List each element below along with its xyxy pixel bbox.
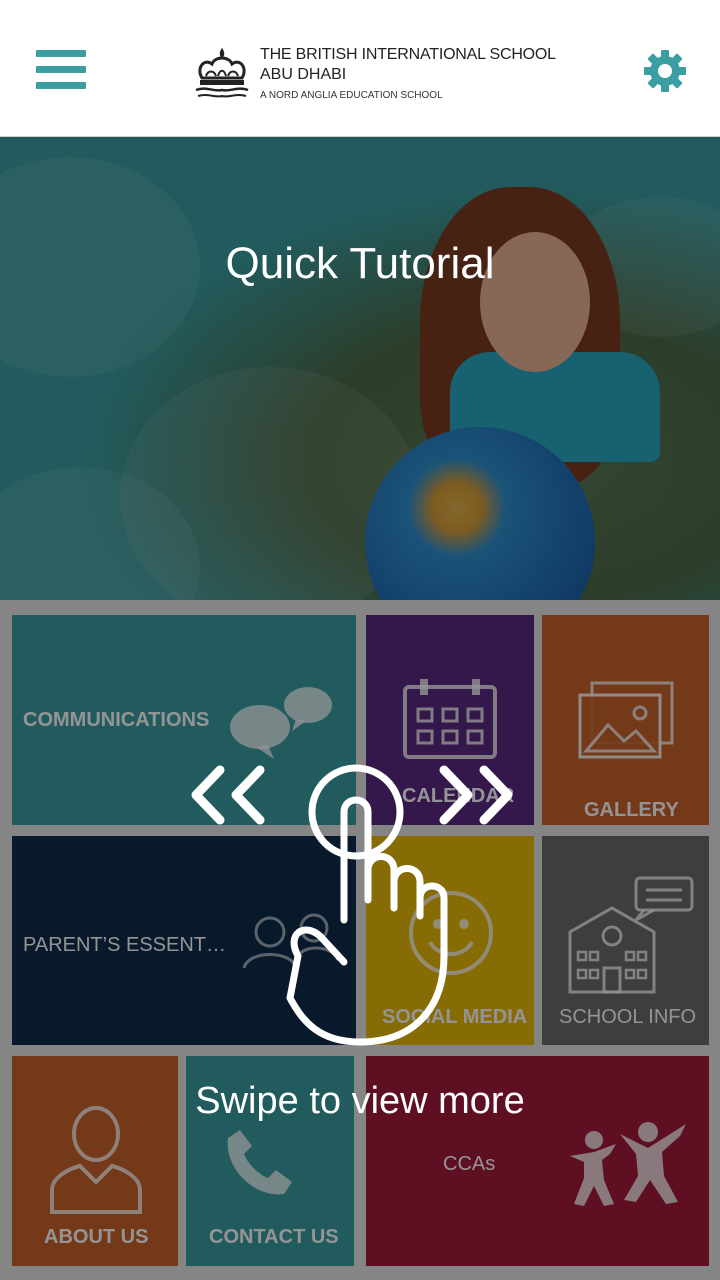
app-header: THE BRITISH INTERNATIONAL SCHOOL ABU DHA… — [0, 0, 720, 136]
hero-banner: Quick Tutorial — [0, 137, 720, 600]
swipe-gesture — [191, 764, 513, 1046]
swipe-right-icon — [439, 765, 513, 825]
school-tagline: A NORD ANGLIA EDUCATION SCHOOL — [260, 90, 443, 101]
tutorial-title: Quick Tutorial — [225, 239, 495, 288]
school-name-line1: THE BRITISH INTERNATIONAL SCHOOL — [260, 46, 556, 63]
swipe-left-icon — [191, 765, 265, 825]
school-logo: THE BRITISH INTERNATIONAL SCHOOL ABU DHA… — [192, 44, 556, 104]
hand-pointer-icon — [286, 764, 448, 1046]
swipe-hint: Swipe to view more — [195, 1080, 525, 1122]
school-name-line2: ABU DHABI — [260, 66, 347, 83]
menu-icon[interactable] — [36, 50, 86, 90]
gear-icon[interactable] — [642, 48, 688, 94]
crest-icon — [195, 48, 249, 98]
